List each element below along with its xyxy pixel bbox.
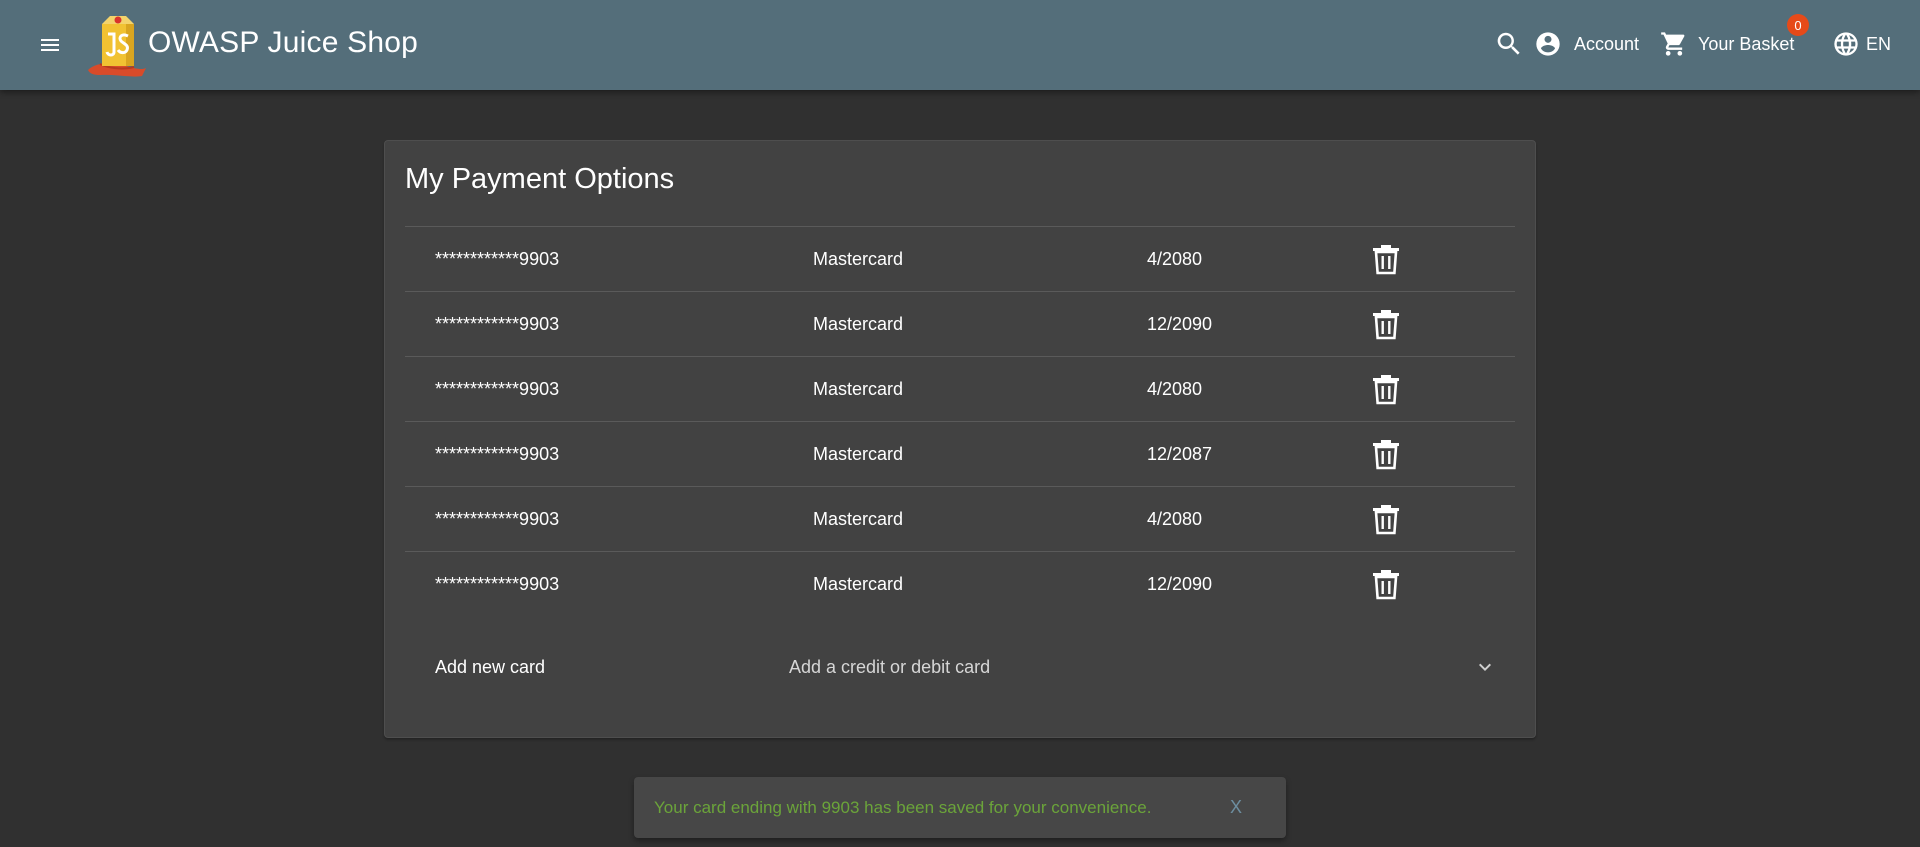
app-title[interactable]: OWASP Juice Shop (148, 26, 418, 60)
card-row: ************9903 Mastercard 4/2080 (405, 226, 1515, 291)
trash-icon (1373, 440, 1399, 470)
payment-options-card: My Payment Options ************9903 Maste… (384, 140, 1536, 738)
card-row: ************9903 Mastercard 4/2080 (405, 486, 1515, 551)
menu-icon (41, 39, 59, 51)
card-number: ************9903 (435, 248, 560, 269)
card-number: ************9903 (435, 573, 560, 594)
snackbar-message: Your card ending with 9903 has been save… (654, 797, 1152, 817)
card-number: ************9903 (435, 313, 560, 334)
saved-cards-table: ************9903 Mastercard 4/2080 ********… (405, 226, 1515, 616)
card-row: ************9903 Mastercard 4/2080 (405, 356, 1515, 421)
delete-card-button[interactable] (1371, 227, 1401, 291)
account-button[interactable]: Account (1534, 26, 1639, 62)
card-expiry: 4/2080 (1147, 378, 1203, 399)
juice-shop-logo[interactable] (86, 12, 148, 78)
add-new-card-expander[interactable]: Add new card Add a credit or debit card (405, 635, 1515, 699)
card-expiry: 12/2090 (1147, 313, 1213, 334)
globe-icon (1834, 32, 1858, 56)
trash-icon (1373, 505, 1399, 535)
delete-card-button[interactable] (1371, 487, 1401, 551)
card-brand: Mastercard (813, 443, 904, 464)
card-expiry: 12/2087 (1147, 443, 1213, 464)
add-card-title: Add new card (435, 656, 546, 677)
language-label: EN (1866, 33, 1892, 54)
page-title: My Payment Options (405, 163, 675, 195)
trash-icon (1373, 310, 1399, 340)
trash-icon (1373, 570, 1399, 600)
top-toolbar: OWASP Juice Shop Account Your Basket 0 E… (0, 0, 1920, 90)
card-brand: Mastercard (813, 508, 904, 529)
card-brand: Mastercard (813, 313, 904, 334)
add-card-description: Add a credit or debit card (789, 656, 991, 677)
basket-button[interactable]: Your Basket (1660, 26, 1794, 62)
shopping-cart-icon (1661, 32, 1685, 56)
delete-card-button[interactable] (1371, 552, 1401, 616)
search-button[interactable] (1494, 26, 1524, 62)
card-row: ************9903 Mastercard 12/2090 (405, 551, 1515, 616)
card-expiry: 4/2080 (1147, 248, 1203, 269)
card-brand: Mastercard (813, 378, 904, 399)
card-number: ************9903 (435, 443, 560, 464)
delete-card-button[interactable] (1371, 422, 1401, 486)
card-expiry: 12/2090 (1147, 573, 1213, 594)
account-label: Account (1574, 33, 1640, 54)
trash-icon (1373, 245, 1399, 275)
card-brand: Mastercard (813, 248, 904, 269)
account-circle-icon (1536, 32, 1560, 56)
card-row: ************9903 Mastercard 12/2090 (405, 291, 1515, 356)
snackbar: Your card ending with 9903 has been save… (634, 777, 1286, 838)
delete-card-button[interactable] (1371, 357, 1401, 421)
search-icon (1497, 32, 1520, 55)
card-number: ************9903 (435, 508, 560, 529)
basket-count-badge: 0 (1787, 14, 1809, 36)
language-button[interactable]: EN (1832, 26, 1891, 62)
card-expiry: 4/2080 (1147, 508, 1203, 529)
trash-icon (1373, 375, 1399, 405)
menu-button[interactable] (34, 29, 66, 61)
card-row: ************9903 Mastercard 12/2087 (405, 421, 1515, 486)
card-number: ************9903 (435, 378, 560, 399)
basket-label: Your Basket (1698, 33, 1795, 54)
delete-card-button[interactable] (1371, 292, 1401, 356)
snackbar-close-button[interactable]: X (1230, 777, 1242, 838)
chevron-down-icon (1479, 663, 1491, 671)
card-brand: Mastercard (813, 573, 904, 594)
